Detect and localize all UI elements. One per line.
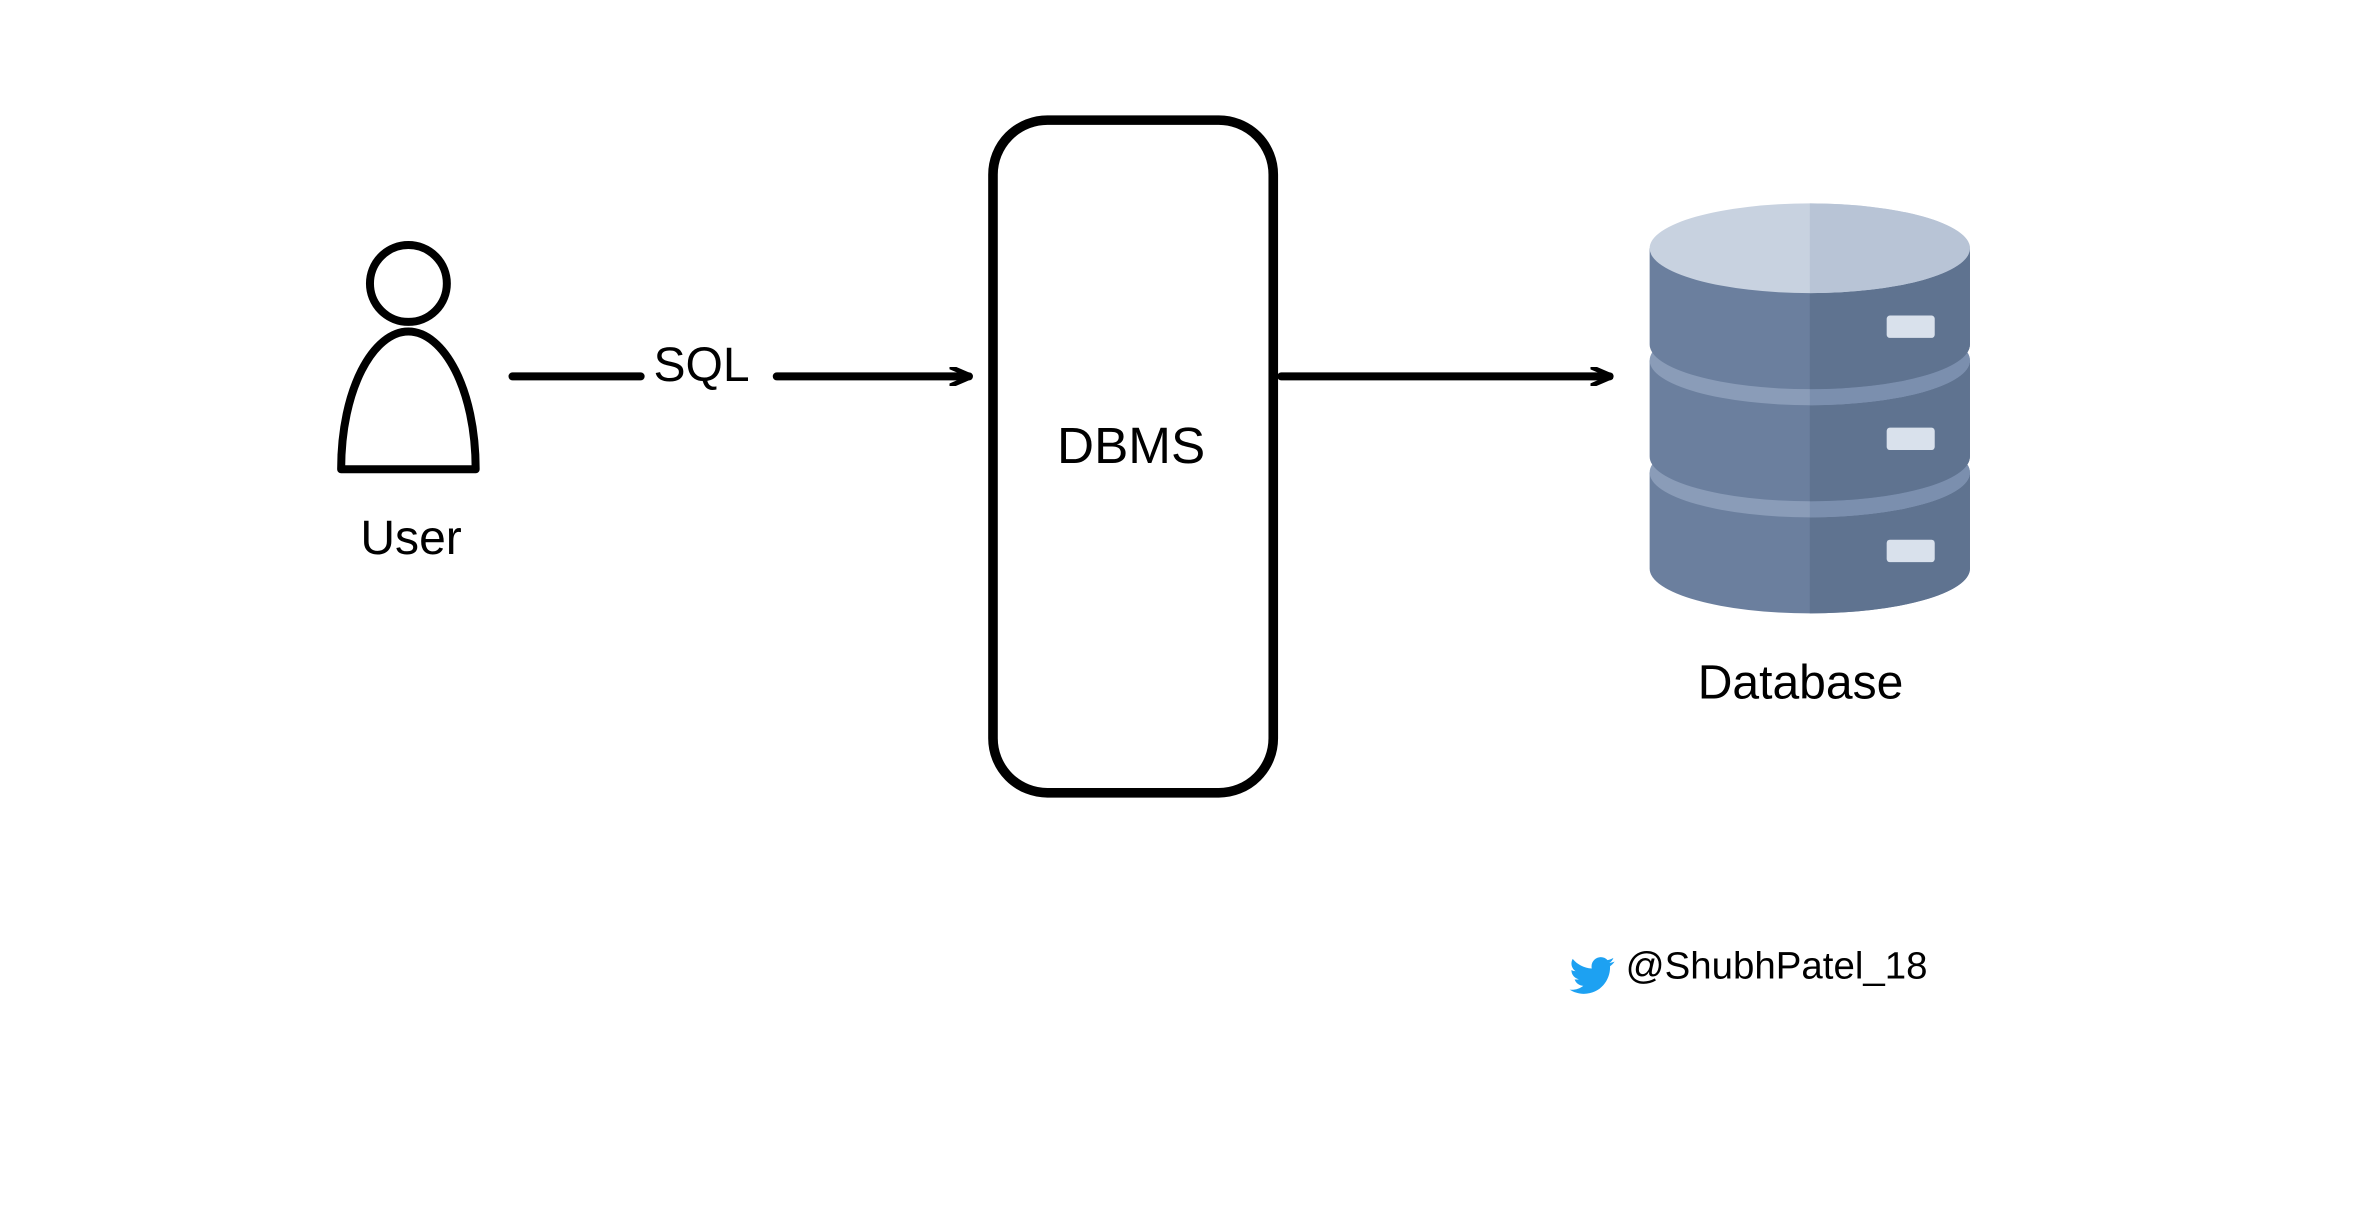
diagram-svg — [0, 0, 2358, 1206]
twitter-icon — [1570, 957, 1615, 994]
sql-edge-label: SQL — [653, 340, 749, 394]
database-label: Database — [1698, 657, 1904, 711]
diagram-canvas: User SQL DBMS Database @ShubhPatel_18 — [0, 0, 2358, 1206]
database-icon — [1650, 203, 1970, 613]
credit-handle: @ShubhPatel_18 — [1626, 945, 1928, 990]
dbms-label: DBMS — [1057, 416, 1205, 475]
user-icon — [341, 245, 476, 469]
user-label: User — [360, 513, 461, 567]
